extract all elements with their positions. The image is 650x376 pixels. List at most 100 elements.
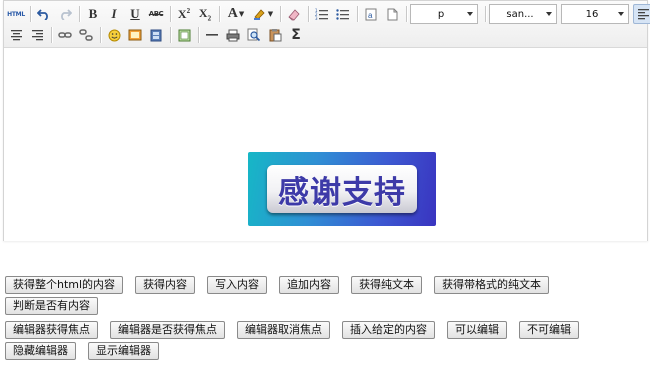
chevron-down-icon — [546, 12, 552, 16]
set-content-button[interactable]: 写入内容 — [207, 276, 268, 294]
hide-editor-button[interactable]: 隐藏编辑器 — [5, 342, 76, 360]
unordered-list-icon — [336, 8, 349, 20]
set-editable-button[interactable]: 可以编辑 — [447, 321, 507, 339]
strikethrough-icon: ABC — [148, 10, 164, 18]
chevron-down-icon — [618, 12, 624, 16]
insert-media-button[interactable] — [146, 25, 166, 45]
font-family-select[interactable]: san... — [489, 4, 557, 24]
font-size-select[interactable]: 16 — [561, 4, 629, 24]
formula-button[interactable]: Σ — [286, 25, 306, 45]
align-left-button[interactable] — [633, 4, 650, 24]
append-content-button[interactable]: 追加内容 — [279, 276, 340, 294]
get-all-html-button[interactable]: 获得整个html的内容 — [5, 276, 124, 294]
subscript-icon: X2 — [198, 5, 212, 23]
print-button[interactable] — [223, 25, 243, 45]
thanks-image[interactable]: 感谢支持 — [248, 152, 436, 226]
redo-icon — [61, 9, 72, 20]
highlight-color-button[interactable]: ▼ — [250, 4, 276, 24]
horizontal-rule-button[interactable] — [202, 25, 222, 45]
underline-icon: U — [130, 6, 140, 21]
toolbar-separator — [79, 6, 80, 22]
paste-text-button[interactable]: a — [361, 4, 381, 24]
document-icon — [387, 8, 397, 20]
redo-button[interactable] — [55, 4, 75, 24]
banner-text: 感谢支持 — [278, 174, 406, 211]
has-content-button[interactable]: 判断是否有内容 — [5, 297, 98, 315]
get-formatted-plain-text-button[interactable]: 获得带格式的纯文本 — [434, 276, 550, 294]
toolbar-separator — [308, 6, 309, 22]
bold-button[interactable]: B — [83, 4, 103, 24]
undo-icon — [37, 9, 48, 20]
insert-image-button[interactable] — [125, 25, 145, 45]
paragraph-format-select[interactable]: p — [410, 4, 478, 24]
ordered-list-icon: 123 — [315, 8, 328, 21]
toolbar-row-2: Σ — [6, 25, 307, 45]
chevron-down-icon: ▼ — [238, 10, 245, 18]
italic-icon: I — [111, 6, 117, 21]
select-all-button[interactable] — [382, 4, 402, 24]
blur-editor-button[interactable]: 编辑器取消焦点 — [237, 321, 330, 339]
editor-content-area[interactable]: 感谢支持 — [4, 49, 647, 241]
toolbar-separator — [406, 6, 407, 22]
toolbar-separator — [357, 6, 358, 22]
action-buttons: 获得整个html的内容 获得内容 写入内容 追加内容 获得纯文本 获得带格式的纯… — [5, 276, 645, 366]
magnifier-icon — [247, 28, 261, 42]
font-size-value: 16 — [585, 8, 599, 20]
html-source-icon: HTML — [7, 10, 25, 18]
remove-format-button[interactable] — [284, 4, 304, 24]
get-content-button[interactable]: 获得内容 — [135, 276, 196, 294]
italic-button[interactable]: I — [104, 4, 124, 24]
strikethrough-button[interactable]: ABC — [146, 4, 166, 24]
underline-button[interactable]: U — [125, 4, 145, 24]
unlink-icon — [79, 29, 93, 41]
insert-table-button[interactable] — [174, 25, 194, 45]
toolbar-separator — [30, 6, 31, 22]
superscript-button[interactable]: X2 — [174, 4, 194, 24]
toolbar-separator — [100, 27, 101, 43]
printer-icon — [226, 29, 240, 41]
align-right-button[interactable] — [27, 25, 47, 45]
paragraph-format-value: p — [437, 8, 445, 20]
toolbar-separator — [198, 27, 199, 43]
toolbar-separator — [280, 6, 281, 22]
undo-button[interactable] — [34, 4, 54, 24]
focus-editor-button[interactable]: 编辑器获得焦点 — [5, 321, 98, 339]
align-left-icon — [637, 9, 649, 20]
paste-text-icon: a — [365, 8, 377, 20]
toolbar-separator — [51, 27, 52, 43]
action-row-1: 获得整个html的内容 获得内容 写入内容 追加内容 获得纯文本 获得带格式的纯… — [5, 276, 645, 318]
search-button[interactable] — [244, 25, 264, 45]
insert-given-content-button[interactable]: 插入给定的内容 — [342, 321, 435, 339]
rich-text-editor: HTML B I U ABC X2 X2 A ▼ ▼ 1 2 3 a p san… — [3, 0, 650, 241]
toolbar-separator — [219, 6, 220, 22]
editor-toolbar: HTML B I U ABC X2 X2 A ▼ ▼ 1 2 3 a p san… — [4, 1, 650, 48]
bold-icon: B — [88, 6, 98, 21]
eraser-icon — [288, 8, 300, 21]
toolbar-separator — [170, 6, 171, 22]
align-center-icon — [10, 30, 22, 41]
svg-text:3: 3 — [315, 16, 318, 21]
is-focused-button[interactable]: 编辑器是否获得焦点 — [110, 321, 225, 339]
superscript-icon: X2 — [177, 6, 191, 21]
highlighter-icon — [253, 9, 265, 20]
chevron-down-icon — [467, 12, 473, 16]
set-uneditable-button[interactable]: 不可编辑 — [519, 321, 579, 339]
table-image-icon — [178, 29, 190, 41]
align-center-button[interactable] — [6, 25, 26, 45]
show-editor-button[interactable]: 显示编辑器 — [88, 342, 159, 360]
link-icon — [58, 32, 72, 38]
image-icon — [128, 29, 142, 41]
insert-link-button[interactable] — [55, 25, 75, 45]
ordered-list-button[interactable]: 123 — [312, 4, 332, 24]
chevron-down-icon: ▼ — [267, 10, 274, 18]
font-color-button[interactable]: A ▼ — [223, 4, 249, 24]
unordered-list-button[interactable] — [333, 4, 353, 24]
subscript-button[interactable]: X2 — [195, 4, 215, 24]
svg-text:a: a — [368, 11, 373, 20]
toolbar-row-1: HTML B I U ABC X2 X2 A ▼ ▼ 1 2 3 a p san… — [6, 4, 650, 24]
get-plain-text-button[interactable]: 获得纯文本 — [351, 276, 423, 294]
unlink-button[interactable] — [76, 25, 96, 45]
paste-button[interactable] — [265, 25, 285, 45]
source-code-button[interactable]: HTML — [6, 4, 26, 24]
emoticon-button[interactable] — [104, 25, 124, 45]
